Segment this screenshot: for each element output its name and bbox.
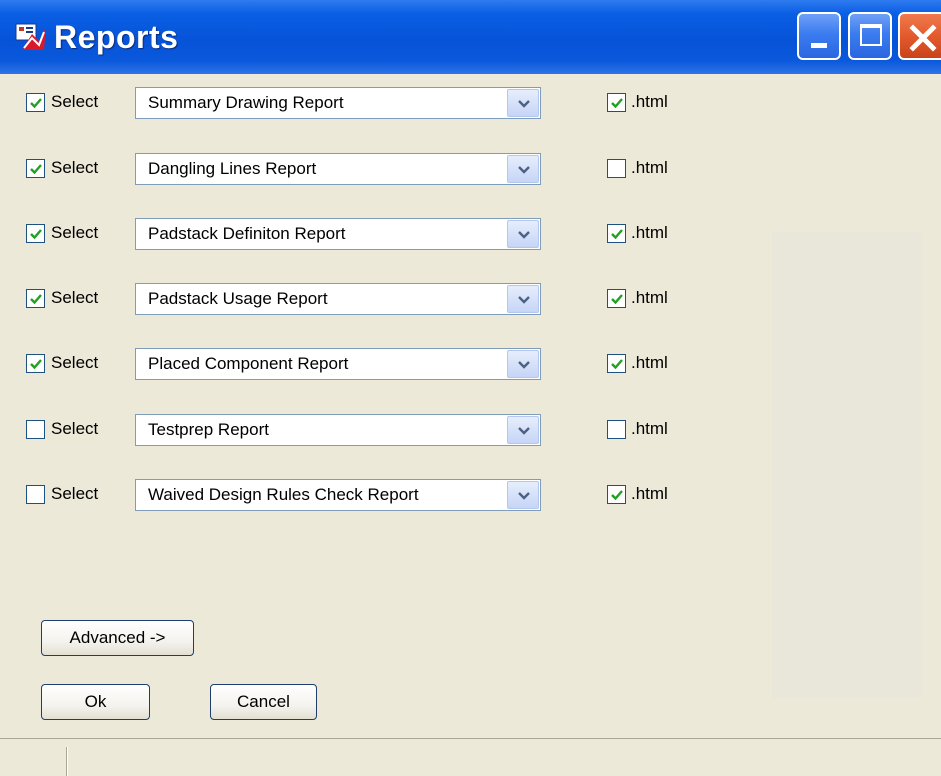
advanced-button[interactable]: Advanced -> <box>41 620 194 656</box>
report-row: Select Summary Drawing Report .html <box>10 85 770 125</box>
select-checkbox[interactable] <box>26 354 45 373</box>
reports-window: Reports Select Summary Drawing Report .htm… <box>0 0 941 776</box>
select-label: Select <box>51 223 99 242</box>
html-checkbox[interactable] <box>607 289 626 308</box>
report-row: Select Padstack Definiton Report .html <box>10 216 770 256</box>
html-label: .html <box>631 484 668 503</box>
report-type-value: Dangling Lines Report <box>148 159 317 178</box>
select-label: Select <box>51 353 99 372</box>
status-bar <box>0 738 941 776</box>
html-checkbox[interactable] <box>607 224 626 243</box>
select-checkbox[interactable] <box>26 224 45 243</box>
select-checkbox[interactable] <box>26 289 45 308</box>
report-type-value: Summary Drawing Report <box>148 93 344 112</box>
report-type-dropdown[interactable]: Summary Drawing Report <box>135 87 541 119</box>
report-type-dropdown[interactable]: Padstack Definiton Report <box>135 218 541 250</box>
html-checkbox[interactable] <box>607 93 626 112</box>
report-type-value: Padstack Definiton Report <box>148 224 346 243</box>
report-type-value: Padstack Usage Report <box>148 289 328 308</box>
report-row: Select Dangling Lines Report .html <box>10 151 770 191</box>
app-report-icon <box>15 23 46 50</box>
select-label: Select <box>51 158 99 177</box>
dropdown-arrow-button[interactable] <box>507 350 539 378</box>
select-checkbox[interactable] <box>26 93 45 112</box>
html-label: .html <box>631 92 668 111</box>
report-type-dropdown[interactable]: Placed Component Report <box>135 348 541 380</box>
report-type-value: Waived Design Rules Check Report <box>148 485 419 504</box>
html-label: .html <box>631 419 668 438</box>
close-button[interactable] <box>898 12 941 60</box>
close-icon <box>909 24 937 52</box>
report-type-dropdown[interactable]: Padstack Usage Report <box>135 283 541 315</box>
html-checkbox[interactable] <box>607 485 626 504</box>
select-checkbox[interactable] <box>26 485 45 504</box>
report-type-dropdown[interactable]: Testprep Report <box>135 414 541 446</box>
minimize-button[interactable] <box>797 12 841 60</box>
side-panel <box>772 232 922 698</box>
select-label: Select <box>51 484 99 503</box>
window-title: Reports <box>54 19 179 55</box>
report-row: Select Waived Design Rules Check Report .h… <box>10 477 770 517</box>
select-label: Select <box>51 288 99 307</box>
dropdown-arrow-button[interactable] <box>507 285 539 313</box>
html-label: .html <box>631 223 668 242</box>
report-row: Select Padstack Usage Report .html <box>10 281 770 321</box>
report-type-value: Testprep Report <box>148 420 269 439</box>
report-type-value: Placed Component Report <box>148 354 349 373</box>
html-checkbox[interactable] <box>607 420 626 439</box>
html-label: .html <box>631 288 668 307</box>
dropdown-arrow-button[interactable] <box>507 220 539 248</box>
dropdown-arrow-button[interactable] <box>507 481 539 509</box>
ok-button[interactable]: Ok <box>41 684 150 720</box>
status-separator <box>66 747 68 776</box>
report-row: Select Testprep Report .html <box>10 412 770 452</box>
select-checkbox[interactable] <box>26 159 45 178</box>
report-type-dropdown[interactable]: Dangling Lines Report <box>135 153 541 185</box>
html-checkbox[interactable] <box>607 159 626 178</box>
select-label: Select <box>51 419 99 438</box>
maximize-icon <box>860 24 882 46</box>
cancel-button[interactable]: Cancel <box>210 684 317 720</box>
dialog-body: Select Summary Drawing Report .html Select D… <box>10 74 941 738</box>
select-checkbox[interactable] <box>26 420 45 439</box>
select-label: Select <box>51 92 99 111</box>
html-label: .html <box>631 158 668 177</box>
title-bar[interactable]: Reports <box>0 0 941 74</box>
report-row: Select Placed Component Report .html <box>10 346 770 386</box>
dropdown-arrow-button[interactable] <box>507 155 539 183</box>
report-type-dropdown[interactable]: Waived Design Rules Check Report <box>135 479 541 511</box>
html-checkbox[interactable] <box>607 354 626 373</box>
html-label: .html <box>631 353 668 372</box>
maximize-button[interactable] <box>848 12 892 60</box>
dropdown-arrow-button[interactable] <box>507 416 539 444</box>
minimize-icon <box>811 43 827 48</box>
dropdown-arrow-button[interactable] <box>507 89 539 117</box>
